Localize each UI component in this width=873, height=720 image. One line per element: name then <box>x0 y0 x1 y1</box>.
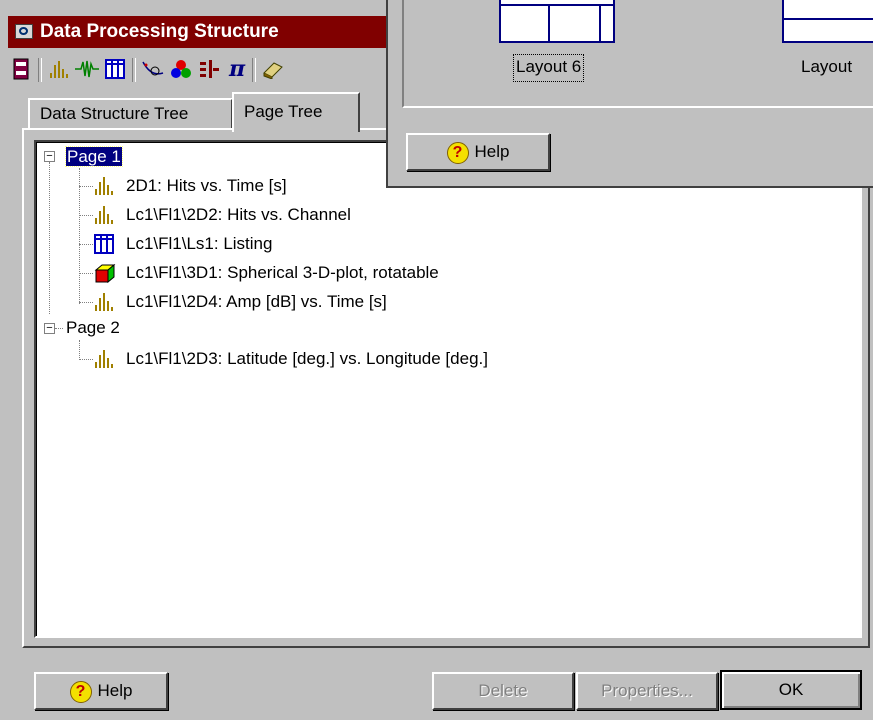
window-app-icon[interactable] <box>15 24 33 39</box>
tree-item-page-1[interactable]: Page 1 <box>65 144 123 170</box>
tab-label: Page Tree <box>244 102 323 121</box>
listing-icon <box>94 234 114 254</box>
collapse-toggle-page-2[interactable]: − <box>44 323 55 334</box>
layout-dialog: ? Help <box>386 0 873 188</box>
histogram-icon <box>95 350 113 368</box>
window-title: Data Processing Structure <box>40 21 279 42</box>
tab-label: Data Structure Tree <box>40 104 189 123</box>
properties-button-label: Properties... <box>601 681 693 700</box>
help-question-icon: ? <box>446 141 469 164</box>
curve-fit-icon[interactable] <box>140 56 166 82</box>
ok-button-label: OK <box>778 680 804 699</box>
layout-group-box <box>402 0 873 108</box>
layout-7-label[interactable]: Layout <box>801 55 852 81</box>
pi-icon[interactable]: π <box>224 56 250 82</box>
grid-line <box>501 4 613 6</box>
book-icon[interactable] <box>260 56 286 82</box>
toolbar-separator <box>252 58 256 82</box>
tab-page-tree[interactable]: Page Tree <box>232 92 360 132</box>
help-question-icon: ? <box>69 680 92 703</box>
help-button[interactable]: ? Help <box>34 672 168 710</box>
tree-line <box>79 186 93 187</box>
tab-data-structure-tree[interactable]: Data Structure Tree <box>28 98 233 128</box>
page-tree-view[interactable]: − Page 1 2D1: Hits vs. Time [s] Lc1\Fl1\… <box>34 140 862 638</box>
tree-line <box>79 359 93 360</box>
tree-line <box>79 215 93 216</box>
toolbar-separator <box>132 58 136 82</box>
layout-6-preview[interactable] <box>499 0 615 43</box>
filter-bars-icon[interactable] <box>196 56 222 82</box>
tree-item-label: Lc1\Fl1\3D1: Spherical 3-D-plot, rotatab… <box>126 263 439 282</box>
page-book-icon[interactable] <box>8 56 34 82</box>
histogram-icon <box>95 206 113 224</box>
color-dots-icon[interactable] <box>168 56 194 82</box>
layout-6-label[interactable]: Layout 6 <box>512 54 585 82</box>
tree-line <box>49 162 50 314</box>
delete-button[interactable]: Delete <box>432 672 574 710</box>
title-bar[interactable]: Data Processing Structure <box>8 16 388 48</box>
histogram-icon <box>95 177 113 195</box>
collapse-toggle-page-1[interactable]: − <box>44 151 55 162</box>
ok-button[interactable]: OK <box>720 670 862 710</box>
grid-line <box>599 4 601 41</box>
toolbar-separator <box>38 58 42 82</box>
tree-item-label: Lc1\Fl1\Ls1: Listing <box>126 234 273 253</box>
tree-item-page-2[interactable]: Page 2 <box>66 315 120 341</box>
tree-item-label: Page 1 <box>65 146 123 167</box>
tree-line <box>79 273 93 274</box>
histogram-icon[interactable] <box>46 56 72 82</box>
tree-line <box>79 302 93 303</box>
tree-line <box>79 244 93 245</box>
tree-line <box>79 340 80 360</box>
tree-line <box>79 168 80 304</box>
dialog-help-button[interactable]: ? Help <box>406 133 550 171</box>
dialog-help-button-label: Help <box>474 142 510 161</box>
help-button-label: Help <box>97 681 133 700</box>
delete-button-label: Delete <box>478 681 528 700</box>
tree-item-label: 2D1: Hits vs. Time [s] <box>126 176 287 195</box>
waveform-icon[interactable] <box>74 56 100 82</box>
tree-item-label: Page 2 <box>66 318 120 337</box>
grid-line <box>784 18 873 20</box>
properties-button[interactable]: Properties... <box>576 672 718 710</box>
histogram-icon <box>95 293 113 311</box>
layout-7-preview[interactable] <box>782 0 873 43</box>
listing-icon[interactable] <box>102 56 128 82</box>
toolbar: π <box>8 52 388 88</box>
tree-item-label: Lc1\Fl1\2D4: Amp [dB] vs. Time [s] <box>126 292 387 311</box>
tree-item-label: Lc1\Fl1\2D2: Hits vs. Channel <box>126 205 351 224</box>
cube-3d-icon <box>94 263 116 283</box>
grid-line <box>548 4 550 41</box>
tree-item-label: Lc1\Fl1\2D3: Latitude [deg.] vs. Longitu… <box>126 349 488 368</box>
tree-line <box>55 328 63 329</box>
